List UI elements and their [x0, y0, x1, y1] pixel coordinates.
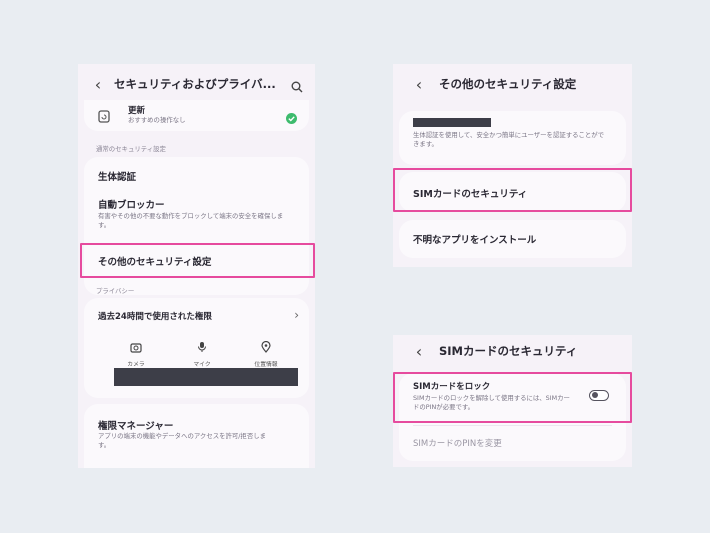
header: ‹ セキュリティおよびプライバ... [78, 74, 315, 94]
permission-manager-desc: アプリの端末の機能やデータへのアクセスを許可/拒否します。 [98, 432, 266, 450]
page-title: その他のセキュリティ設定 [439, 77, 577, 91]
camera-permission[interactable]: カメラ [116, 338, 156, 368]
permission-manager-title: 権限マネージャー [98, 421, 174, 432]
location-permission[interactable]: 位置情報 [246, 338, 286, 368]
mic-label: マイク [193, 362, 211, 368]
auto-blocker-title[interactable]: 自動ブロッカー [98, 197, 165, 211]
security-privacy-screen: ‹ セキュリティおよびプライバ... 更新 おすすめの操作なし 通常のセキュリテ… [78, 64, 315, 468]
change-sim-pin-item[interactable]: SIMカードのPINを変更 [413, 437, 502, 449]
update-desc: おすすめの操作なし [128, 116, 186, 124]
search-icon[interactable] [291, 78, 303, 97]
update-card[interactable]: 更新 おすすめの操作なし [84, 100, 309, 131]
highlight-box [80, 243, 315, 278]
microphone-icon [197, 338, 207, 357]
recent-permissions-item[interactable]: 過去24時間で使用された権限 [98, 310, 212, 322]
sim-card-security-screen: ‹ SIMカードのセキュリティ SIMカードをロック SIMカードのロックを解除… [393, 335, 632, 467]
page-title: セキュリティおよびプライバ... [114, 77, 276, 91]
auto-blocker-desc: 有害やその他の不要な動作をブロックして端末の安全を確保します。 [98, 212, 284, 230]
highlight-box [393, 168, 632, 212]
location-pin-icon [261, 338, 271, 357]
header: ‹ その他のセキュリティ設定 [393, 74, 632, 94]
redacted-block [114, 368, 298, 386]
biometrics-card[interactable]: 生体認証を使用して、安全かつ簡単にユーザーを認証することができます。 [399, 111, 626, 165]
other-security-settings-screen: ‹ その他のセキュリティ設定 生体認証を使用して、安全かつ簡単にユーザーを認証す… [393, 64, 632, 267]
section-label-security: 通常のセキュリティ設定 [96, 145, 166, 153]
highlight-box [393, 372, 632, 423]
back-button[interactable]: ‹ [407, 342, 431, 361]
back-button[interactable]: ‹ [86, 75, 110, 94]
install-unknown-card: 不明なアプリをインストール [399, 220, 626, 258]
install-unknown-apps-item[interactable]: 不明なアプリをインストール [413, 232, 536, 246]
chevron-right-icon: › [294, 308, 299, 322]
section-label-privacy: プライバシー [96, 287, 135, 295]
mic-permission[interactable]: マイク [182, 338, 222, 368]
permission-manager-card[interactable]: 権限マネージャー アプリの端末の機能やデータへのアクセスを許可/拒否します。 [84, 404, 309, 468]
check-icon [286, 109, 297, 128]
update-icon [98, 108, 110, 127]
location-label: 位置情報 [254, 362, 278, 368]
camera-icon [130, 338, 142, 357]
redacted-title [413, 118, 491, 127]
page-title: SIMカードのセキュリティ [439, 344, 578, 358]
camera-label: カメラ [127, 362, 145, 368]
back-button[interactable]: ‹ [407, 75, 431, 94]
biometrics-item[interactable]: 生体認証 [98, 169, 136, 183]
biometrics-desc: 生体認証を使用して、安全かつ簡単にユーザーを認証することができます。 [413, 131, 605, 149]
privacy-card: 過去24時間で使用された権限 › カメラ マイク 位置情報 [84, 298, 309, 398]
update-title: 更新 [128, 106, 146, 116]
divider [413, 425, 612, 426]
header: ‹ SIMカードのセキュリティ [393, 341, 632, 361]
